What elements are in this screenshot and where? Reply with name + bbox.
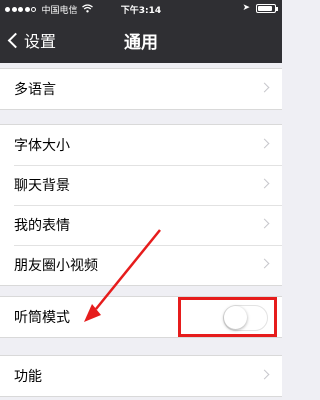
annotation-arrow <box>84 229 161 322</box>
screen: 中国电信 下午3:14 ➤ 设置 通用 多语言 字体大小 聊天背景 我的表情 朋… <box>0 0 282 400</box>
annotation-highlight-box <box>178 297 277 337</box>
